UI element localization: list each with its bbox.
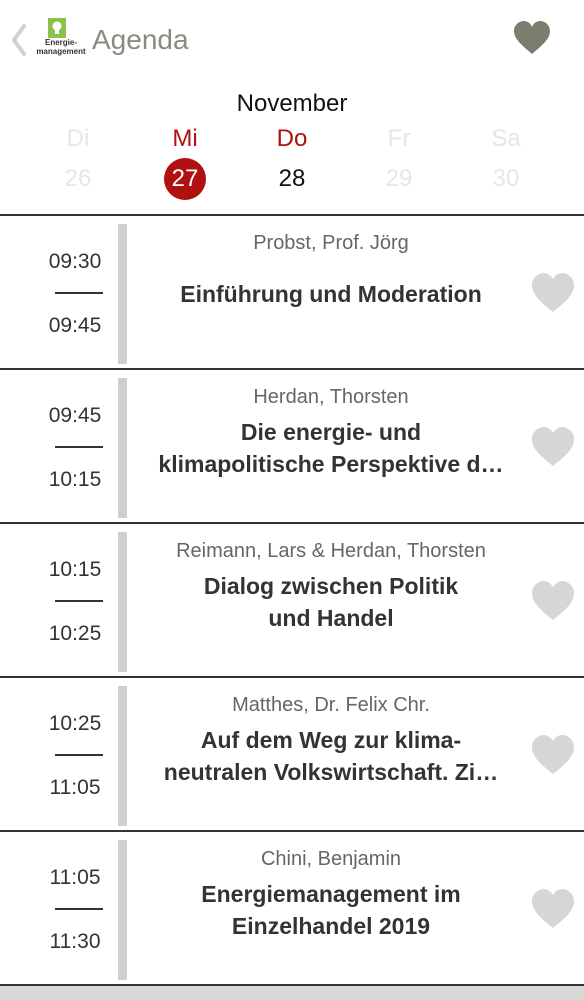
time-separator (55, 908, 103, 910)
day-name: Di (66, 125, 90, 152)
heart-icon[interactable] (512, 20, 552, 56)
session-item[interactable]: 10:25 11:05 Matthes, Dr. Felix Chr. Auf … (0, 676, 584, 830)
day-tab-do[interactable]: Do 28 (252, 124, 332, 200)
lightbulb-icon (48, 18, 66, 38)
session-title: Einführung und Moderation (180, 281, 482, 307)
day-number: 29 (385, 165, 413, 192)
page-title: Agenda (92, 24, 189, 55)
session-item[interactable]: 10:15 10:25 Reimann, Lars & Herdan, Thor… (0, 522, 584, 676)
time-separator (55, 446, 103, 448)
month-label: November (236, 90, 348, 117)
day-tab-di[interactable]: Di 26 (38, 124, 118, 200)
day-number: 30 (492, 165, 520, 192)
start-time: 09:45 (48, 404, 102, 427)
session-divider (118, 840, 127, 980)
time-separator (55, 600, 103, 602)
start-time: 09:30 (48, 250, 102, 273)
end-time: 09:45 (48, 314, 102, 337)
day-number: 28 (278, 165, 306, 192)
session-speaker: Herdan, Thorsten (253, 386, 409, 408)
session-divider (118, 532, 127, 672)
day-tab-mi[interactable]: Mi 27 (145, 124, 225, 200)
day-name: Sa (491, 125, 521, 152)
day-tab-fr[interactable]: Fr 29 (359, 124, 439, 200)
logo-text: Energie- management (36, 38, 86, 56)
start-time: 11:05 (49, 866, 101, 889)
time-separator (55, 292, 103, 294)
session-title: Dialog zwischen Politik und Handel (203, 573, 459, 631)
heart-icon[interactable] (530, 426, 576, 468)
session-divider (118, 686, 127, 826)
end-time: 10:25 (48, 622, 102, 645)
session-speaker: Chini, Benjamin (260, 848, 402, 870)
session-speaker: Matthes, Dr. Felix Chr. (232, 694, 430, 716)
session-item[interactable]: 11:05 11:30 Chini, Benjamin Energiemanag… (0, 830, 584, 984)
day-name: Fr (387, 125, 411, 152)
start-time: 10:15 (48, 558, 102, 581)
session-list: 09:30 09:45 Probst, Prof. Jörg Einführun… (0, 214, 584, 984)
session-speaker: Reimann, Lars & Herdan, Thorsten (176, 540, 486, 562)
end-time: 10:15 (48, 468, 102, 491)
session-title: Die energie- und klimapolitische Perspek… (158, 419, 504, 477)
day-number: 26 (64, 165, 92, 192)
heart-icon[interactable] (530, 580, 576, 622)
session-divider (118, 224, 127, 364)
energiemanagement-logo: Energie- management (36, 18, 86, 62)
day-number: 27 (164, 158, 206, 200)
session-speaker: Probst, Prof. Jörg (253, 232, 409, 254)
session-title: Energiemanagement im Einzelhandel 2019 (201, 881, 461, 939)
day-selector: Di 26 Mi 27 Do 28 Fr 29 Sa 30 (0, 124, 584, 204)
day-tab-sa[interactable]: Sa 30 (466, 124, 546, 200)
day-name: Do (276, 125, 308, 152)
bottom-bar (0, 984, 584, 1000)
end-time: 11:05 (49, 776, 101, 799)
session-item[interactable]: 09:30 09:45 Probst, Prof. Jörg Einführun… (0, 214, 584, 368)
session-item[interactable]: 09:45 10:15 Herdan, Thorsten Die energie… (0, 368, 584, 522)
heart-icon[interactable] (530, 734, 576, 776)
session-divider (118, 378, 127, 518)
start-time: 10:25 (48, 712, 102, 735)
app-header: Energie- management Agenda (0, 0, 584, 82)
heart-icon[interactable] (530, 888, 576, 930)
heart-icon[interactable] (530, 272, 576, 314)
chevron-left-icon[interactable] (8, 22, 30, 58)
session-title: Auf dem Weg zur klima- neutralen Volkswi… (163, 727, 499, 785)
time-separator (55, 754, 103, 756)
end-time: 11:30 (49, 930, 101, 953)
day-name: Mi (172, 125, 198, 152)
